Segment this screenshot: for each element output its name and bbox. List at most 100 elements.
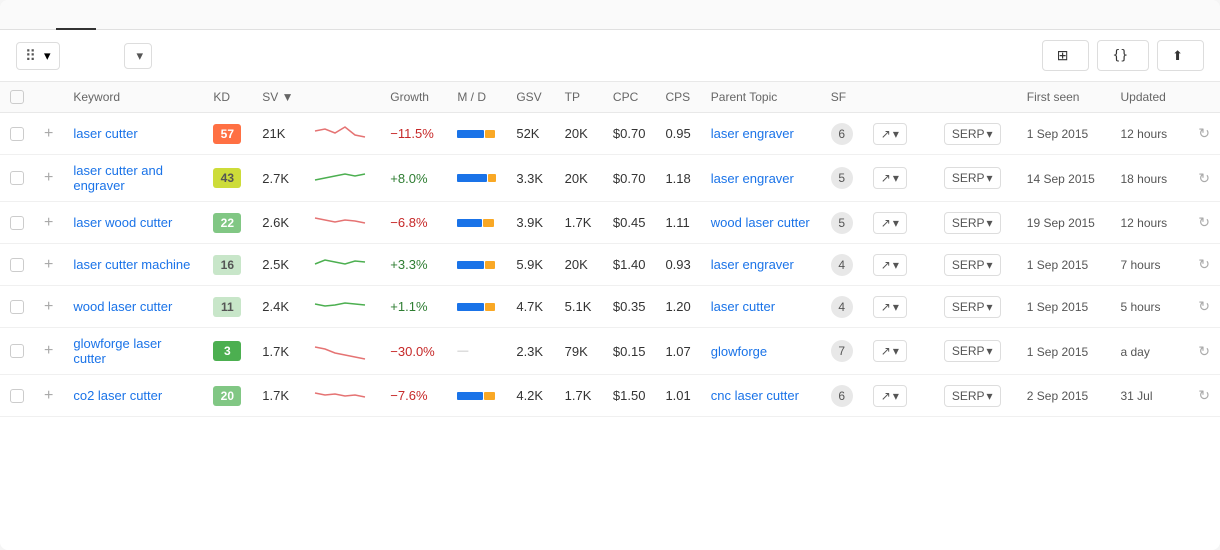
keyword-link[interactable]: glowforge laser cutter bbox=[73, 336, 161, 366]
clusters-button[interactable]: ⠿ ▾ bbox=[16, 42, 60, 70]
sparkline-chart bbox=[315, 121, 370, 143]
serp-button[interactable]: SERP ▾ bbox=[944, 123, 1001, 145]
row-checkbox[interactable] bbox=[10, 127, 24, 141]
tab-clusters-terms[interactable] bbox=[96, 0, 136, 30]
sv-sort-icon: ▼ bbox=[282, 90, 294, 104]
tp-value: 20K bbox=[565, 126, 588, 141]
serp-button[interactable]: SERP ▾ bbox=[944, 212, 1001, 234]
serp-button[interactable]: SERP ▾ bbox=[944, 296, 1001, 318]
keyword-link[interactable]: wood laser cutter bbox=[73, 299, 172, 314]
add-keyword-button[interactable]: + bbox=[44, 214, 53, 231]
first-seen-value: 2 Sep 2015 bbox=[1027, 389, 1088, 403]
md-bar-blue bbox=[457, 303, 484, 311]
trend-up-icon: ↗ bbox=[881, 216, 891, 230]
keyword-link[interactable]: co2 laser cutter bbox=[73, 388, 162, 403]
sv-value: 2.7K bbox=[262, 171, 289, 186]
serp-button[interactable]: SERP ▾ bbox=[944, 385, 1001, 407]
tab-clusters-parent[interactable] bbox=[56, 0, 96, 30]
growth-button[interactable]: ▾ bbox=[124, 43, 153, 69]
parent-topic-link[interactable]: laser cutter bbox=[711, 299, 775, 314]
row-gsv-cell: 5.9K bbox=[506, 244, 554, 286]
parent-topic-link[interactable]: glowforge bbox=[711, 344, 767, 359]
tp-value: 20K bbox=[565, 257, 588, 272]
cps-value: 0.95 bbox=[665, 126, 690, 141]
refresh-icon[interactable]: ↻ bbox=[1198, 214, 1210, 230]
trend-dropdown-icon: ▾ bbox=[893, 216, 899, 230]
row-trend-cell: ↗ ▾ bbox=[863, 286, 934, 328]
md-bar-yellow bbox=[483, 219, 494, 227]
trend-button[interactable]: ↗ ▾ bbox=[873, 123, 907, 145]
export-icon: ⬆ bbox=[1172, 48, 1183, 64]
growth-value: +8.0% bbox=[390, 171, 427, 186]
keyword-link[interactable]: laser cutter machine bbox=[73, 257, 190, 272]
tp-value: 5.1K bbox=[565, 299, 592, 314]
api-button[interactable]: {} bbox=[1097, 40, 1149, 71]
row-checkbox[interactable] bbox=[10, 389, 24, 403]
gsv-value: 3.3K bbox=[516, 171, 543, 186]
refresh-icon[interactable]: ↻ bbox=[1198, 298, 1210, 314]
md-bar bbox=[457, 174, 496, 182]
row-chart-cell bbox=[305, 244, 380, 286]
parent-topic-link[interactable]: laser engraver bbox=[711, 257, 794, 272]
refresh-icon[interactable]: ↻ bbox=[1198, 125, 1210, 141]
header-checkbox[interactable] bbox=[0, 82, 34, 113]
header-first-seen: First seen bbox=[1017, 82, 1111, 113]
trend-button[interactable]: ↗ ▾ bbox=[873, 212, 907, 234]
row-checkbox-cell bbox=[0, 286, 34, 328]
row-refresh-cell: ↻ bbox=[1188, 328, 1220, 375]
trend-button[interactable]: ↗ ▾ bbox=[873, 340, 907, 362]
add-keyword-button[interactable]: + bbox=[44, 256, 53, 273]
add-keyword-button[interactable]: + bbox=[44, 169, 53, 186]
parent-topic-link[interactable]: laser engraver bbox=[711, 126, 794, 141]
columns-button[interactable]: ⊞ bbox=[1042, 40, 1090, 71]
refresh-icon[interactable]: ↻ bbox=[1198, 343, 1210, 359]
refresh-icon[interactable]: ↻ bbox=[1198, 387, 1210, 403]
row-md-cell bbox=[447, 202, 506, 244]
row-cps-cell: 0.93 bbox=[655, 244, 700, 286]
serp-dropdown-icon: ▾ bbox=[987, 171, 993, 185]
refresh-icon[interactable]: ↻ bbox=[1198, 256, 1210, 272]
parent-topic-link[interactable]: wood laser cutter bbox=[711, 215, 810, 230]
md-bar bbox=[457, 219, 496, 227]
add-keyword-button[interactable]: + bbox=[44, 298, 53, 315]
row-keyword-cell: laser cutter machine bbox=[63, 244, 203, 286]
row-first-seen-cell: 1 Sep 2015 bbox=[1017, 286, 1111, 328]
row-serp-cell: SERP ▾ bbox=[934, 328, 1017, 375]
cpc-value: $0.70 bbox=[613, 126, 646, 141]
cps-value: 1.01 bbox=[665, 388, 690, 403]
header-sv[interactable]: SV ▼ bbox=[252, 82, 305, 113]
row-checkbox[interactable] bbox=[10, 344, 24, 358]
parent-topic-link[interactable]: cnc laser cutter bbox=[711, 388, 799, 403]
add-keyword-button[interactable]: + bbox=[44, 125, 53, 142]
row-checkbox[interactable] bbox=[10, 300, 24, 314]
row-chart-cell bbox=[305, 202, 380, 244]
trend-dropdown-icon: ▾ bbox=[893, 389, 899, 403]
md-bar-blue bbox=[457, 174, 486, 182]
sf-badge: 6 bbox=[831, 385, 853, 407]
add-keyword-button[interactable]: + bbox=[44, 342, 53, 359]
parent-topic-link[interactable]: laser engraver bbox=[711, 171, 794, 186]
refresh-icon[interactable]: ↻ bbox=[1198, 170, 1210, 186]
row-checkbox[interactable] bbox=[10, 171, 24, 185]
keyword-link[interactable]: laser cutter and engraver bbox=[73, 163, 163, 193]
add-keyword-button[interactable]: + bbox=[44, 387, 53, 404]
trend-button[interactable]: ↗ ▾ bbox=[873, 296, 907, 318]
export-button[interactable]: ⬆ bbox=[1157, 40, 1204, 71]
row-md-cell bbox=[447, 244, 506, 286]
trend-button[interactable]: ↗ ▾ bbox=[873, 167, 907, 189]
tab-bar bbox=[0, 0, 1220, 30]
keyword-link[interactable]: laser wood cutter bbox=[73, 215, 172, 230]
table-row: + wood laser cutter 11 2.4K +1.1% 4.7K bbox=[0, 286, 1220, 328]
serp-button[interactable]: SERP ▾ bbox=[944, 340, 1001, 362]
trend-button[interactable]: ↗ ▾ bbox=[873, 385, 907, 407]
serp-button[interactable]: SERP ▾ bbox=[944, 254, 1001, 276]
row-checkbox[interactable] bbox=[10, 216, 24, 230]
table-row: + glowforge laser cutter 3 1.7K −30.0% —… bbox=[0, 328, 1220, 375]
trend-button[interactable]: ↗ ▾ bbox=[873, 254, 907, 276]
row-serp-cell: SERP ▾ bbox=[934, 244, 1017, 286]
row-checkbox[interactable] bbox=[10, 258, 24, 272]
serp-button[interactable]: SERP ▾ bbox=[944, 167, 1001, 189]
tab-keywords[interactable] bbox=[16, 0, 56, 30]
keyword-link[interactable]: laser cutter bbox=[73, 126, 137, 141]
kd-badge: 20 bbox=[213, 386, 241, 406]
